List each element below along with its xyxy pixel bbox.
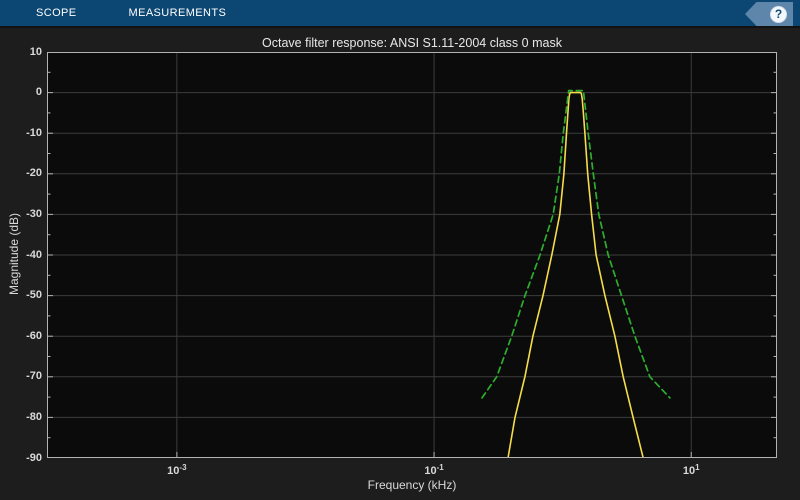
y-tick-label: 0 xyxy=(35,86,42,99)
y-tick-label: -30 xyxy=(26,207,42,220)
y-tick-label: -80 xyxy=(26,410,42,423)
tab-measurements[interactable]: MEASUREMENTS xyxy=(117,0,239,27)
x-tick-label: 10-1 xyxy=(424,463,444,477)
tab-scope[interactable]: SCOPE xyxy=(24,0,89,27)
x-axis-label: Frequency (kHz) xyxy=(367,478,457,492)
y-tick-label: -90 xyxy=(26,451,42,464)
toolstrip: SCOPE MEASUREMENTS ? xyxy=(0,0,800,28)
x-tick-label: 10-3 xyxy=(167,463,187,477)
y-tick-label: -20 xyxy=(26,167,42,180)
figure-area: Octave filter response: ANSI S1.11-2004 … xyxy=(0,30,800,500)
y-tick-label: -10 xyxy=(26,126,42,139)
y-tick-label: -60 xyxy=(26,329,42,342)
x-tick-label: 101 xyxy=(682,463,700,477)
scope-window: SCOPE MEASUREMENTS ? Octave filter respo… xyxy=(0,0,800,500)
plot-area[interactable] xyxy=(47,52,777,458)
help-button[interactable]: ? xyxy=(745,2,793,26)
y-tick-label: 10 xyxy=(29,45,42,58)
chart-title: Octave filter response: ANSI S1.11-2004 … xyxy=(262,36,562,50)
y-tick-label: -50 xyxy=(26,289,42,302)
y-tick-label: -40 xyxy=(26,248,42,261)
y-tick-label: -70 xyxy=(26,370,42,383)
help-icon[interactable]: ? xyxy=(770,5,787,23)
